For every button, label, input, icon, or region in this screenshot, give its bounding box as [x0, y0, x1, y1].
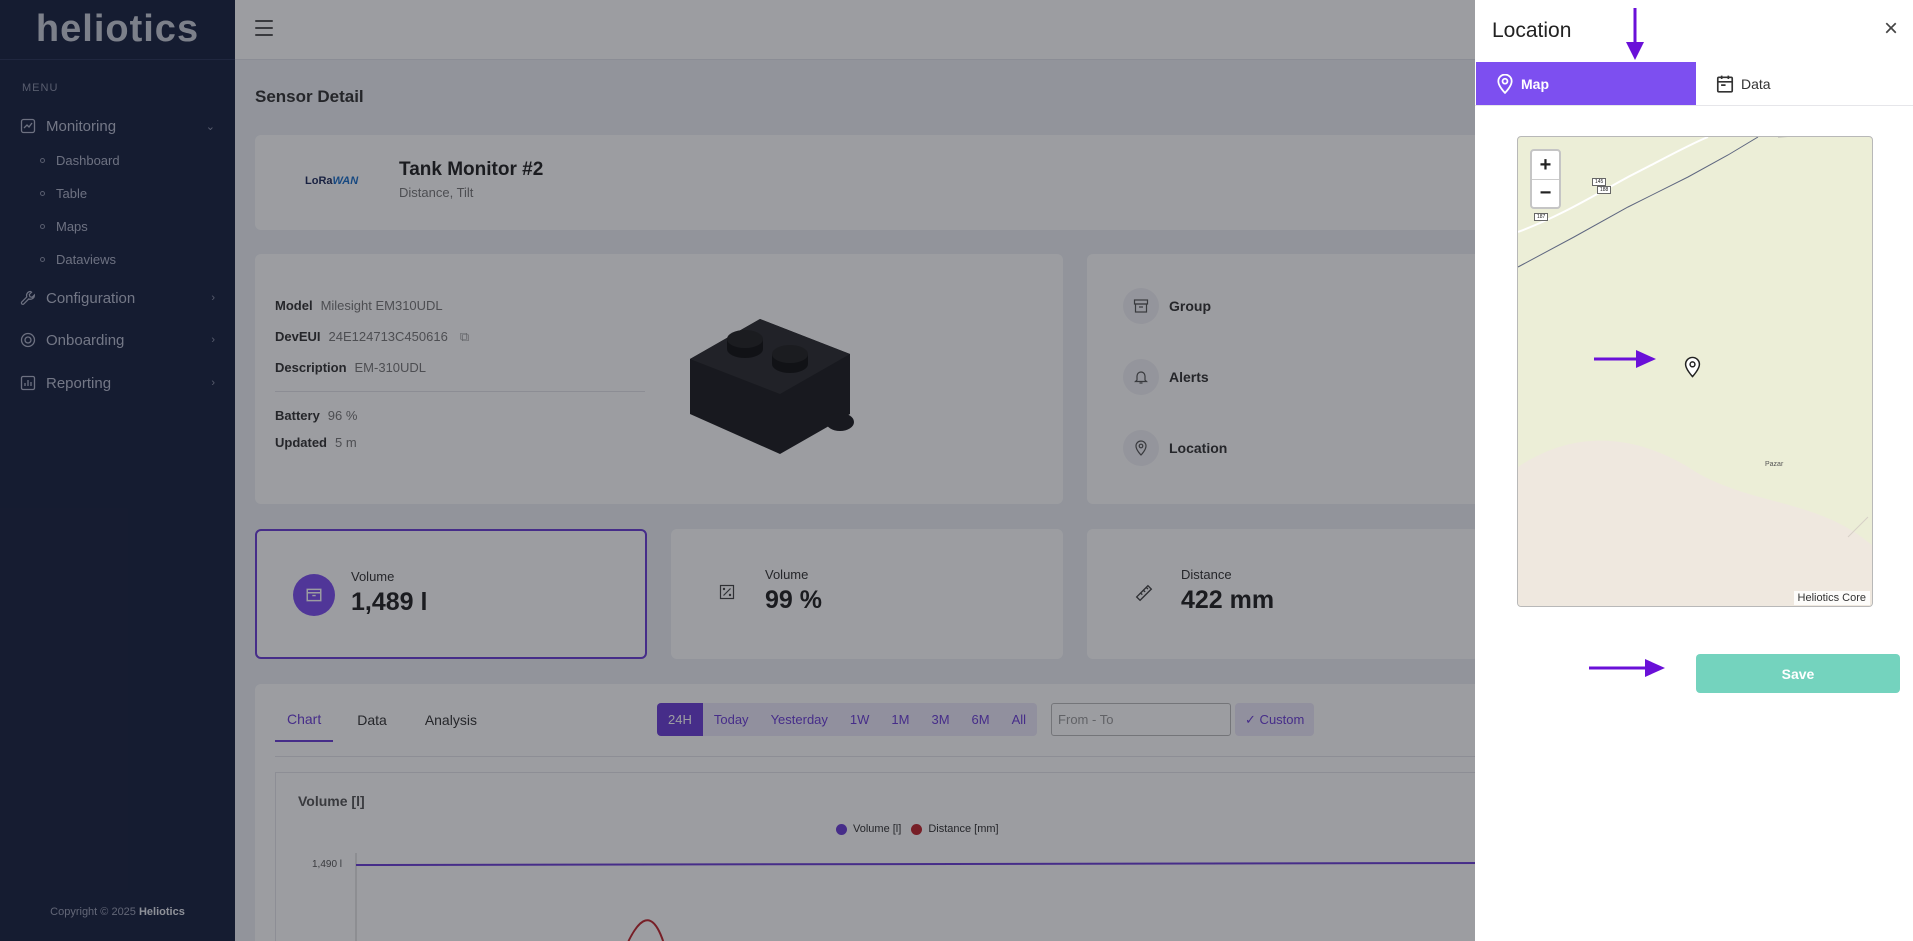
map-attribution: Heliotics Core	[1793, 591, 1870, 605]
panel-tabs: Map Data	[1475, 62, 1913, 106]
annotation-arrow-right-marker	[1594, 350, 1656, 368]
road-label: 188	[1597, 186, 1612, 194]
road-label: 187	[1534, 213, 1549, 221]
tab-map[interactable]: Map	[1476, 62, 1696, 105]
save-button[interactable]: Save	[1696, 654, 1900, 693]
location-map[interactable]: 145 188 187 Pazar + − Heliotics Core	[1517, 136, 1873, 607]
map-pin-icon	[1497, 73, 1513, 94]
panel-title: Location	[1492, 19, 1572, 42]
zoom-in-button[interactable]: +	[1532, 151, 1559, 179]
zoom-control: + −	[1530, 149, 1561, 209]
map-marker-icon[interactable]	[1684, 356, 1701, 378]
place-label: Pazar	[1765, 461, 1784, 468]
road-label: 145	[1592, 178, 1607, 186]
location-panel: Location × Map Data 145 188 187 Pazar + …	[1475, 0, 1913, 941]
annotation-arrow-down	[1626, 8, 1644, 60]
modal-backdrop[interactable]	[0, 0, 1475, 941]
calendar-icon	[1716, 75, 1734, 93]
annotation-arrow-right-save	[1589, 659, 1665, 677]
zoom-out-button[interactable]: −	[1532, 179, 1559, 207]
tab-data[interactable]: Data	[1696, 62, 1913, 105]
close-icon[interactable]: ×	[1881, 17, 1901, 41]
